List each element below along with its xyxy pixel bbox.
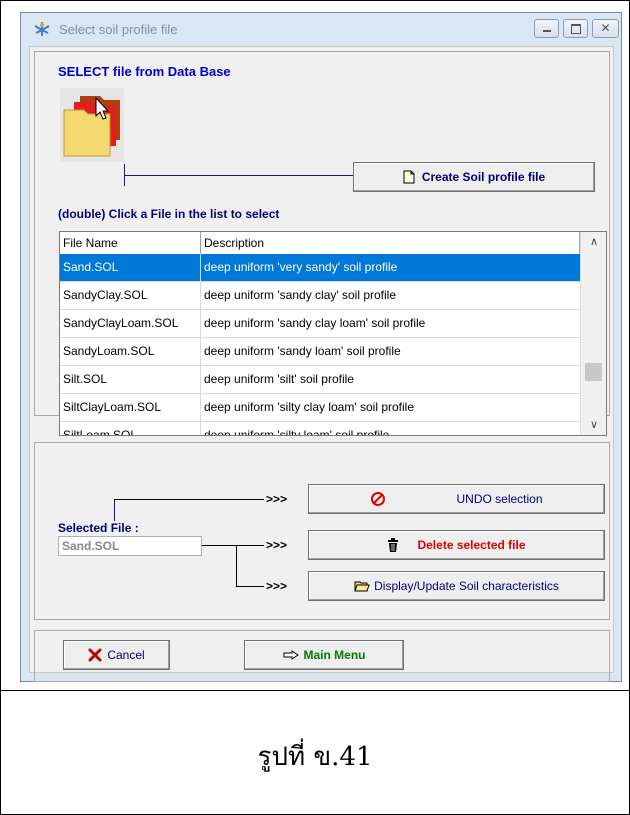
description-cell: deep uniform 'silt' soil profile <box>204 372 354 386</box>
red-x-icon <box>88 648 102 662</box>
description-cell: deep uniform 'silty clay loam' soil prof… <box>204 400 414 414</box>
new-file-icon <box>403 170 415 184</box>
selected-file-label: Selected File : <box>58 521 139 535</box>
delete-file-button[interactable]: Delete selected file <box>308 530 605 560</box>
main-menu-label: Main Menu <box>303 648 366 662</box>
description-cell: deep uniform 'sandy clay' soil profile <box>204 288 397 302</box>
cancel-button[interactable]: Cancel <box>63 640 170 670</box>
title-bar: Select soil profile file ✕ <box>21 13 621 45</box>
app-icon <box>34 22 50 36</box>
close-button[interactable]: ✕ <box>592 19 619 38</box>
delete-file-label: Delete selected file <box>417 538 526 552</box>
table-row[interactable]: Sand.SOL deep uniform 'very sandy' soil … <box>60 254 580 282</box>
scroll-down-icon[interactable]: ∨ <box>581 415 606 435</box>
no-entry-icon <box>371 492 386 506</box>
connector-line <box>202 545 264 546</box>
maximize-button[interactable] <box>563 19 588 38</box>
cancel-label: Cancel <box>107 648 145 662</box>
file-name-cell: SiltClayLoam.SOL <box>60 394 201 422</box>
column-header-file-name[interactable]: File Name <box>60 232 201 254</box>
description-cell: deep uniform 'sandy loam' soil profile <box>204 344 401 358</box>
close-icon: ✕ <box>600 21 611 35</box>
table-row[interactable]: SandyClayLoam.SOL deep uniform 'sandy cl… <box>60 310 580 338</box>
window-title: Select soil profile file <box>59 22 178 37</box>
display-soil-characteristics-label: Display/Update Soil characteristics <box>374 579 559 593</box>
description-cell: deep uniform 'very sandy' soil profile <box>204 260 398 274</box>
figure-caption: รูปที่ ข.41 <box>257 742 373 772</box>
folder-icon[interactable] <box>60 88 124 162</box>
database-heading: SELECT file from Data Base <box>58 64 231 79</box>
pointing-hand-icon <box>283 650 299 660</box>
connector-line <box>236 545 237 586</box>
table-header: File Name Description <box>60 232 580 255</box>
minimize-button[interactable] <box>534 19 559 38</box>
connector-line <box>236 586 264 587</box>
connector-line <box>124 164 125 186</box>
scrollbar-thumb[interactable] <box>585 363 602 381</box>
table-row[interactable]: Silt.SOL deep uniform 'silt' soil profil… <box>60 366 580 394</box>
vertical-scrollbar[interactable]: ∧ ∨ <box>580 232 606 435</box>
scroll-up-icon[interactable]: ∧ <box>581 232 606 252</box>
minimize-icon <box>543 30 551 32</box>
table-row[interactable]: SiltLoam.SOL deep uniform 'silty loam' s… <box>60 422 580 436</box>
arrow-marker: >>> <box>266 492 288 506</box>
display-soil-characteristics-button[interactable]: Display/Update Soil characteristics <box>308 571 605 601</box>
table-row[interactable]: SiltClayLoam.SOL deep uniform 'silty cla… <box>60 394 580 422</box>
dialog-window: Select soil profile file ✕ SELECT file f… <box>20 12 622 682</box>
file-name-cell: SiltLoam.SOL <box>60 422 201 435</box>
file-name-cell: Silt.SOL <box>60 366 201 394</box>
undo-selection-button[interactable]: UNDO selection <box>308 484 605 514</box>
connector-line <box>114 499 115 521</box>
maximize-icon <box>571 24 581 34</box>
selected-file-field: Sand.SOL <box>58 536 202 556</box>
create-soil-profile-label: Create Soil profile file <box>421 170 546 184</box>
open-folder-icon <box>354 581 370 592</box>
dialog-client: SELECT file from Data Base Create Soil p… <box>29 46 614 682</box>
file-table: File Name Description Sand.SOL deep unif… <box>59 231 607 436</box>
table-row[interactable]: SandyClay.SOL deep uniform 'sandy clay' … <box>60 282 580 310</box>
arrow-marker: >>> <box>266 538 288 552</box>
trash-icon <box>388 538 399 552</box>
file-name-cell: Sand.SOL <box>60 254 201 282</box>
arrow-marker: >>> <box>266 579 288 593</box>
description-cell: deep uniform 'sandy clay loam' soil prof… <box>204 316 426 330</box>
main-menu-button[interactable]: Main Menu <box>244 640 404 670</box>
figure-divider <box>0 690 630 691</box>
undo-selection-label: UNDO selection <box>456 492 543 506</box>
create-soil-profile-button[interactable]: Create Soil profile file <box>353 162 595 192</box>
list-hint: (double) Click a File in the list to sel… <box>58 207 280 221</box>
file-name-cell: SandyClayLoam.SOL <box>60 310 201 338</box>
description-cell: deep uniform 'silty loam' soil profile <box>204 428 390 436</box>
file-name-cell: SandyLoam.SOL <box>60 338 201 366</box>
column-header-description[interactable]: Description <box>201 232 580 254</box>
connector-line <box>114 499 264 500</box>
connector-line <box>125 175 353 176</box>
file-name-cell: SandyClay.SOL <box>60 282 201 310</box>
table-row[interactable]: SandyLoam.SOL deep uniform 'sandy loam' … <box>60 338 580 366</box>
